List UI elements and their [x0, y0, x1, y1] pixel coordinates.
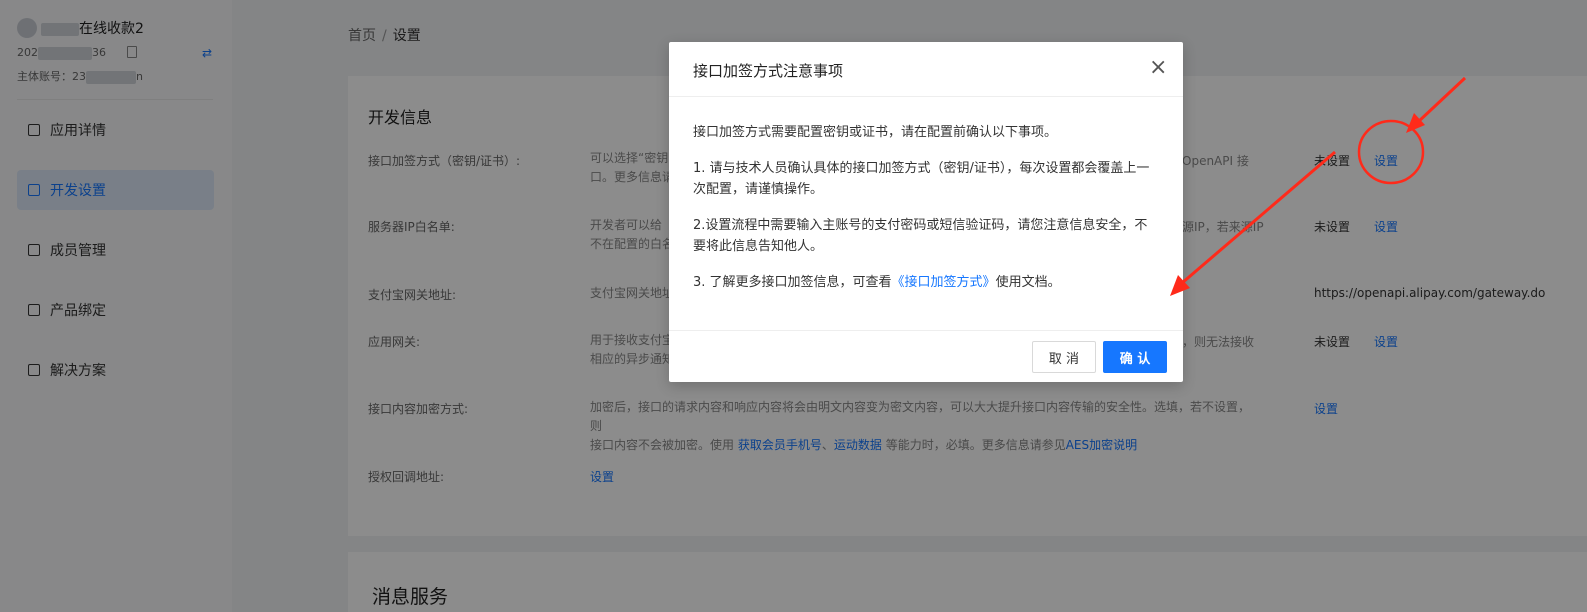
arrowhead-1: [1406, 113, 1425, 133]
annotation-arrow-1: [1416, 76, 1467, 124]
highlight-circle: [1357, 119, 1425, 185]
annotation-arrow-2: [1181, 150, 1336, 285]
red-annotation-overlay: [1170, 76, 1467, 296]
